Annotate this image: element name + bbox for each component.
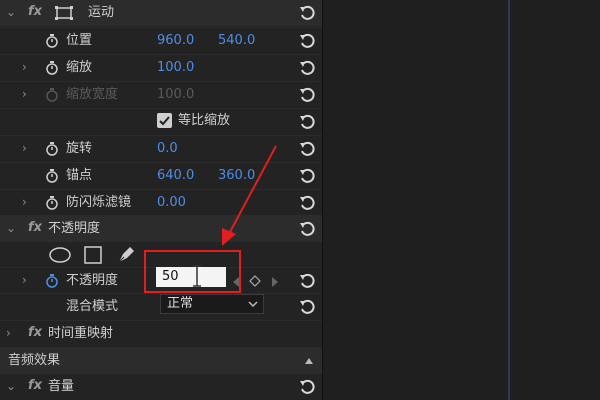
- chevron-right-icon[interactable]: ›: [6, 326, 11, 340]
- chevron-down-icon[interactable]: ⌄: [6, 379, 16, 393]
- stopwatch-icon[interactable]: [45, 61, 59, 75]
- stopwatch-icon[interactable]: [45, 34, 59, 48]
- stopwatch-icon: [46, 88, 58, 102]
- collapse-up-icon[interactable]: [304, 357, 314, 365]
- reset-icon[interactable]: [298, 272, 316, 290]
- opacity-label: 不透明度: [66, 273, 119, 288]
- chevron-down-icon[interactable]: ⌄: [6, 5, 16, 19]
- position-row: 位置 960.0 540.0: [0, 27, 322, 54]
- volume-header[interactable]: ⌄ fx 音量: [0, 373, 322, 400]
- chevron-right-icon[interactable]: ›: [22, 60, 27, 74]
- antiflicker-row: › 防闪烁滤镜 0.00: [0, 189, 322, 216]
- scale-width-value: 100.0: [157, 87, 195, 102]
- reset-icon[interactable]: [298, 4, 316, 22]
- reset-icon[interactable]: [298, 113, 316, 131]
- opacity-section-label: 不透明度: [48, 221, 101, 236]
- audio-effects-label: 音频效果: [8, 353, 61, 368]
- uniform-scale-checkbox[interactable]: [157, 113, 172, 128]
- volume-label: 音量: [48, 379, 75, 394]
- opacity-highlight-box: [144, 250, 241, 293]
- reset-icon[interactable]: [298, 32, 316, 50]
- chevron-right-icon[interactable]: ›: [22, 273, 27, 287]
- anchor-y-value[interactable]: 360.0: [218, 168, 255, 184]
- blend-mode-select[interactable]: 正常: [160, 294, 264, 314]
- fx-icon[interactable]: fx: [28, 378, 42, 393]
- chevron-right-icon[interactable]: ›: [22, 195, 27, 209]
- time-remap-label: 时间重映射: [48, 326, 114, 341]
- stopwatch-icon[interactable]: [45, 196, 59, 210]
- scale-row: › 缩放 100.0: [0, 54, 322, 81]
- fx-icon[interactable]: fx: [28, 4, 42, 19]
- fx-icon: fx: [28, 325, 43, 340]
- scale-width-label: 缩放宽度: [66, 87, 119, 102]
- anchor-label: 锚点: [66, 168, 93, 183]
- add-keyframe-icon[interactable]: [249, 275, 261, 287]
- stopwatch-icon[interactable]: [45, 169, 59, 183]
- reset-icon[interactable]: [298, 86, 316, 104]
- playhead-line[interactable]: [508, 0, 510, 400]
- stopwatch-icon[interactable]: [45, 142, 59, 156]
- effect-controls-panel: ⌄ fx 运动 位置 960.0 540.0 › 缩放 100.0 › 缩放宽度…: [0, 0, 322, 400]
- scale-width-row: › 缩放宽度 100.0: [0, 81, 322, 108]
- rotation-row: › 旋转 0.0: [0, 135, 322, 162]
- reset-icon[interactable]: [298, 220, 316, 238]
- time-remap-header[interactable]: › fx 时间重映射: [0, 320, 322, 347]
- check-icon: [159, 116, 170, 126]
- position-x-value[interactable]: 960.0: [157, 33, 194, 49]
- position-y-value[interactable]: 540.0: [218, 33, 255, 49]
- reset-icon[interactable]: [298, 140, 316, 158]
- audio-effects-header[interactable]: 音频效果: [0, 347, 322, 374]
- transform-icon: [55, 6, 73, 20]
- position-label: 位置: [66, 33, 93, 48]
- chevron-down-icon: [248, 301, 258, 308]
- timeline-panel[interactable]: [322, 0, 600, 400]
- motion-section-header[interactable]: ⌄ fx 运动: [0, 0, 322, 26]
- motion-label: 运动: [88, 5, 115, 20]
- stopwatch-active-icon[interactable]: [45, 274, 59, 288]
- reset-icon[interactable]: [298, 378, 316, 396]
- fx-icon[interactable]: fx: [28, 220, 42, 235]
- ellipse-mask-icon[interactable]: [48, 246, 72, 264]
- anchor-row: 锚点 640.0 360.0: [0, 162, 322, 189]
- rectangle-mask-icon[interactable]: [83, 245, 103, 265]
- antiflicker-value[interactable]: 0.00: [157, 195, 186, 211]
- uniform-scale-label: 等比缩放: [178, 113, 231, 128]
- antiflicker-label: 防闪烁滤镜: [66, 195, 132, 210]
- chevron-right-icon[interactable]: ›: [22, 141, 27, 155]
- chevron-right-icon: ›: [22, 87, 27, 101]
- reset-icon[interactable]: [298, 194, 316, 212]
- blend-mode-value: 正常: [167, 296, 194, 311]
- reset-icon[interactable]: [298, 59, 316, 77]
- reset-icon[interactable]: [298, 298, 316, 316]
- rotation-value[interactable]: 0.0: [157, 141, 178, 157]
- opacity-section-header[interactable]: ⌄ fx 不透明度: [0, 215, 322, 242]
- blend-mode-label: 混合模式: [66, 299, 119, 314]
- pen-mask-icon[interactable]: [115, 244, 137, 266]
- rotation-label: 旋转: [66, 141, 93, 156]
- scale-label: 缩放: [66, 60, 93, 75]
- chevron-down-icon[interactable]: ⌄: [6, 221, 16, 235]
- reset-icon[interactable]: [298, 167, 316, 185]
- next-keyframe-icon[interactable]: [270, 276, 280, 288]
- anchor-x-value[interactable]: 640.0: [157, 168, 194, 184]
- scale-value[interactable]: 100.0: [157, 60, 194, 76]
